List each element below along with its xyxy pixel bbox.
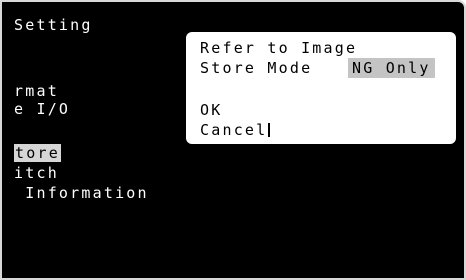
text-cursor bbox=[268, 123, 271, 137]
menu-item-store[interactable]: tore bbox=[14, 144, 61, 163]
menu-item-io[interactable]: e I/O bbox=[14, 100, 70, 119]
screen-title: Setting bbox=[14, 16, 93, 34]
store-mode-label: Store Mode bbox=[200, 59, 313, 77]
menu-item-switch[interactable]: itch bbox=[14, 164, 59, 183]
settings-screen: Setting rmat e I/O tore itch Information… bbox=[0, 0, 466, 280]
cancel-option[interactable]: Cancel bbox=[200, 121, 271, 140]
menu-item-information[interactable]: Information bbox=[14, 184, 149, 203]
cancel-option-label: Cancel bbox=[200, 121, 268, 139]
store-mode-select[interactable]: NG Only bbox=[348, 58, 435, 78]
ok-option[interactable]: OK bbox=[200, 101, 222, 120]
menu-item-store-label: tore bbox=[14, 144, 61, 162]
dialog-title: Refer to Image bbox=[200, 39, 358, 57]
store-mode-dialog: Refer to Image Store Mode NG Only OK Can… bbox=[186, 32, 456, 144]
menu-item-format[interactable]: rmat bbox=[14, 82, 59, 101]
